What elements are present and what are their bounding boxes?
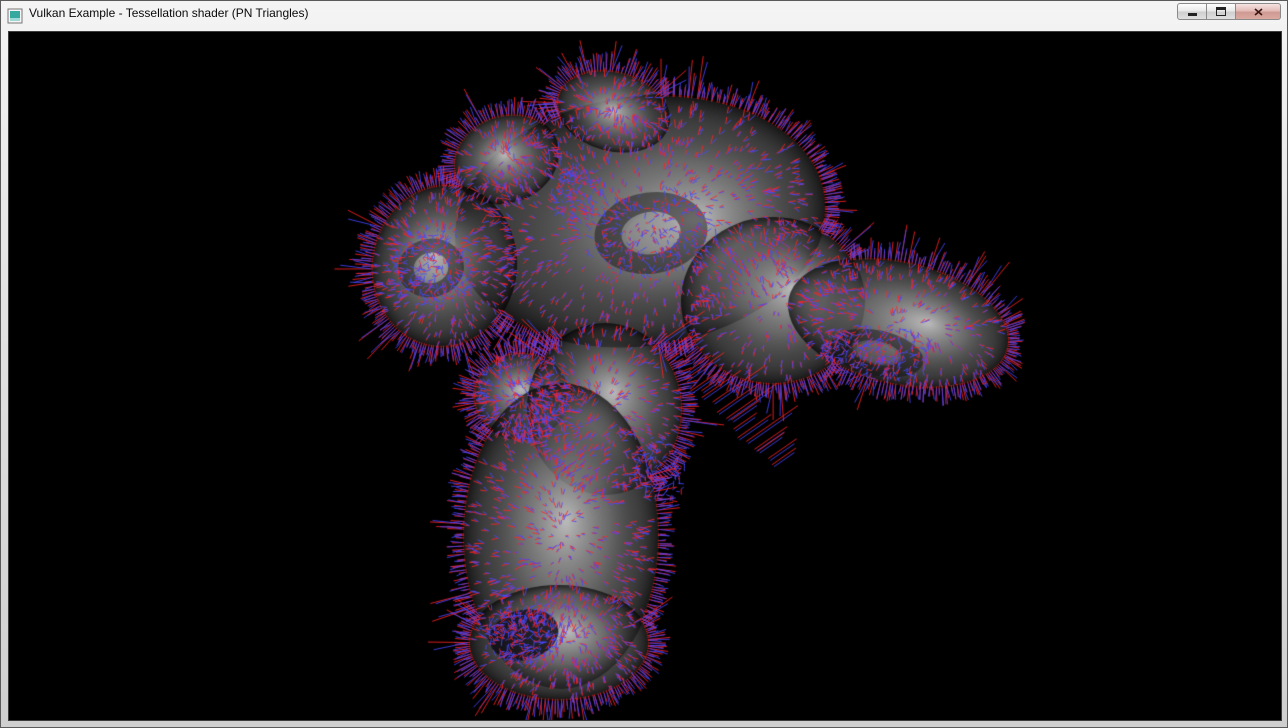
window-title: Vulkan Example - Tessellation shader (PN… <box>29 6 308 20</box>
titlebar[interactable]: Vulkan Example - Tessellation shader (PN… <box>1 1 1287 30</box>
app-icon <box>7 8 23 24</box>
maximize-icon <box>1216 7 1226 16</box>
vulkan-render-canvas[interactable] <box>9 32 1281 720</box>
app-window: Vulkan Example - Tessellation shader (PN… <box>0 0 1288 728</box>
close-button[interactable] <box>1235 3 1281 20</box>
minimize-icon <box>1188 13 1197 16</box>
viewport[interactable] <box>8 31 1282 721</box>
minimize-button[interactable] <box>1177 3 1207 20</box>
maximize-button[interactable] <box>1206 3 1236 20</box>
close-icon <box>1254 8 1263 16</box>
caption-buttons <box>1178 3 1281 20</box>
